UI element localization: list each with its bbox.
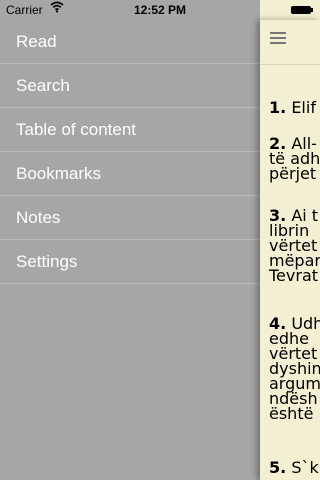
menu-item-table-of-content[interactable]: Table of content [0,108,260,152]
verse-line: është [269,404,314,423]
menu-item-label: Read [16,32,57,51]
menu-item-label: Bookmarks [16,164,102,183]
status-bar: Carrier 12:52 PM [0,0,320,20]
verse-4: 4. Udh edhe vërtet dyshin argum ndësh ës… [269,316,320,423]
menu-item-label: Notes [16,208,61,227]
verse-2: 2. All- të adh përjet [269,136,320,183]
menu-item-label: Settings [16,252,78,271]
reading-panel[interactable]: 1. Elif 2. All- të adh përjet 3. Ai t li… [260,20,320,480]
hamburger-menu-icon[interactable] [270,31,286,45]
verse-5: 5. S`k [269,458,320,477]
verse-line: përjet [269,164,317,183]
menu-item-search[interactable]: Search [0,64,260,108]
menu-item-label: Search [16,76,70,95]
battery-tip-icon [311,8,313,12]
verse-number: 5. [269,458,287,477]
menu-item-settings[interactable]: Settings [0,240,260,284]
verse-line: S`k [291,458,319,477]
menu-item-bookmarks[interactable]: Bookmarks [0,152,260,196]
nav-divider [260,64,320,65]
verse-number: 1. [269,98,287,117]
verse-line: Tevrat [269,266,319,285]
menu-item-notes[interactable]: Notes [0,196,260,240]
battery-icon [291,6,311,14]
verse-line: Elif [291,98,316,117]
sidebar-menu: Read Search Table of content Bookmarks N… [0,20,260,480]
verse-3: 3. Ai t librin vërtet mëpar Tevrat [269,208,320,285]
status-time: 12:52 PM [133,3,187,17]
menu-item-label: Table of content [16,120,137,139]
verse-1: 1. Elif [269,98,320,117]
menu-item-read[interactable]: Read [0,20,260,64]
